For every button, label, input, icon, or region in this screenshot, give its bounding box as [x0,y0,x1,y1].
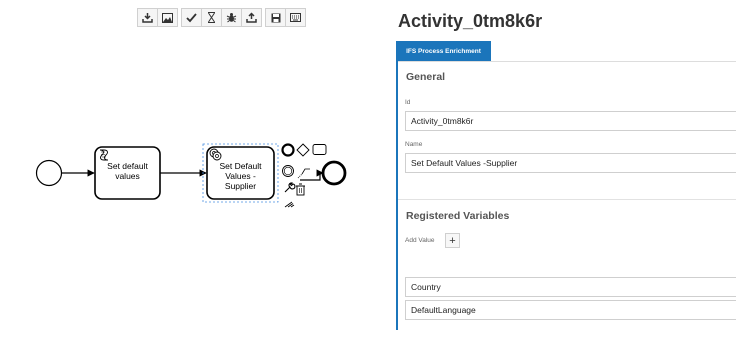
element-title: Activity_0tm8k6r [398,11,543,31]
append-end-event-icon[interactable] [281,143,295,157]
append-task-icon[interactable] [312,144,327,155]
id-field[interactable]: Activity_0tm8k6r [405,111,736,131]
diagram-toolbar [137,8,306,27]
hourglass-icon[interactable] [201,8,222,27]
variable-defaultlanguage-field[interactable]: DefaultLanguage [405,300,736,320]
registered-variables-heading: Registered Variables [406,210,510,222]
name-label: Name [405,141,423,148]
variable-country-field[interactable]: Country [405,277,736,297]
add-value-button[interactable]: + [445,233,460,248]
name-field[interactable]: Set Default Values -Supplier [405,153,736,173]
wrench-icon[interactable] [284,182,296,193]
panel-left-border [396,60,398,330]
section-divider [398,199,736,200]
download-icon[interactable] [137,8,158,27]
append-gateway-icon[interactable] [296,143,310,157]
start-event[interactable] [35,159,63,187]
add-value-label: Add Value [405,237,435,244]
task1-label: Set default values [107,161,148,181]
color-tool-icon[interactable] [284,201,295,208]
save-icon[interactable] [265,8,286,27]
image-icon[interactable] [157,8,178,27]
append-intermediate-event-icon[interactable] [282,165,294,177]
task2-label: Set Default Values -Supplier [219,161,262,191]
keyboard-icon[interactable] [285,8,306,27]
check-icon[interactable] [181,8,202,27]
bpmn-canvas[interactable]: Set default values Set Default Values -S… [0,30,396,355]
sequence-flow-3[interactable] [300,169,324,181]
connect-tool-icon[interactable] [297,168,310,179]
general-heading: General [406,71,446,83]
trash-icon[interactable] [296,183,305,196]
id-label: Id [405,99,411,106]
upload-icon[interactable] [241,8,262,27]
bug-icon[interactable] [221,8,242,27]
toolbar-group-file [265,8,306,27]
tab-divider [398,61,736,62]
toolbar-group-export [137,8,178,27]
end-event[interactable] [321,160,347,186]
tab-ifs-process-enrichment[interactable]: IFS Process Enrichment [396,41,491,62]
toolbar-group-tools [181,8,262,27]
